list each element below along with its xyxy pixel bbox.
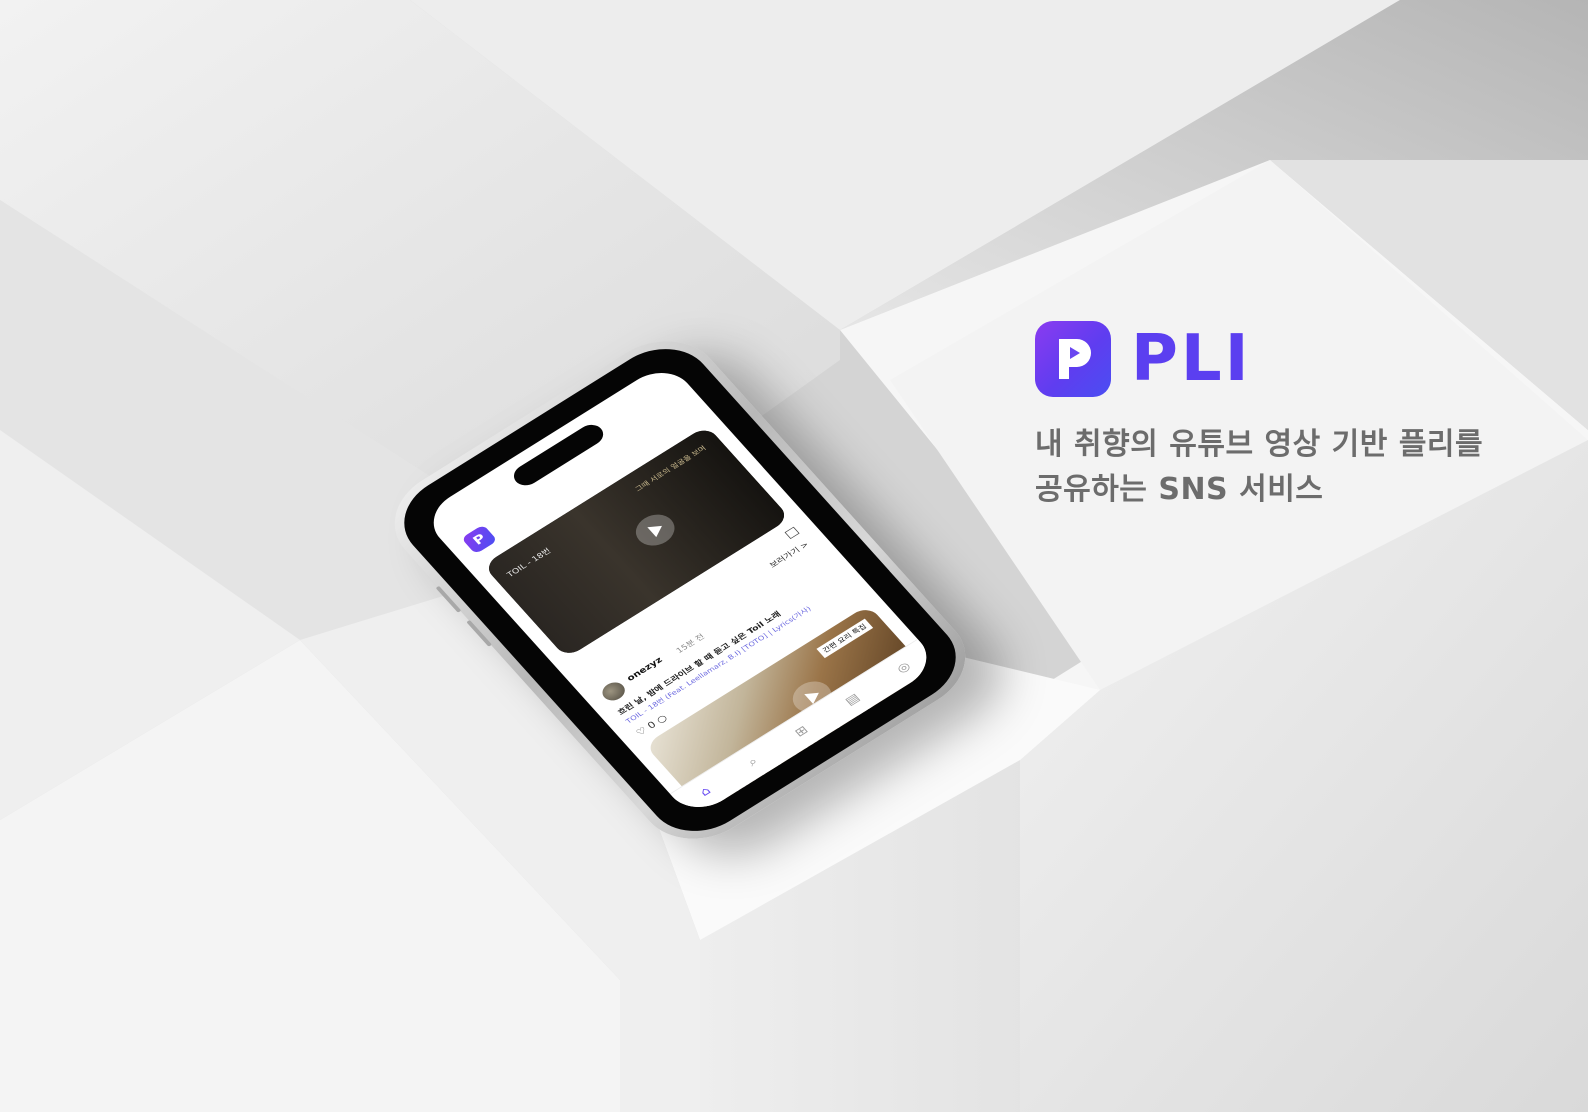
bookmark-icon[interactable]: □ bbox=[782, 524, 802, 541]
library-icon[interactable]: ▤ bbox=[843, 691, 863, 708]
phone-screen: P TOIL - 18번 그때 서로의 얼굴을 보며 □ 보러가기 > onez… bbox=[419, 361, 941, 819]
search-icon[interactable]: ⌕ bbox=[745, 755, 761, 769]
phone-bezel: P TOIL - 18번 그때 서로의 얼굴을 보며 □ 보러가기 > onez… bbox=[383, 331, 977, 849]
add-icon[interactable]: ⊞ bbox=[792, 723, 811, 739]
phone-body: P TOIL - 18번 그때 서로의 얼굴을 보며 □ 보러가기 > onez… bbox=[371, 321, 989, 859]
phone-mockup: P TOIL - 18번 그때 서로의 얼굴을 보며 □ 보러가기 > onez… bbox=[330, 270, 989, 859]
play-p-icon bbox=[1059, 339, 1091, 379]
avatar[interactable] bbox=[598, 678, 630, 705]
brand-block: PLI 내 취향의 유튜브 영상 기반 플리를 공유하는 SNS 서비스 bbox=[1035, 320, 1575, 512]
app-logo-small[interactable]: P bbox=[461, 524, 498, 555]
comment-icon[interactable]: ○ bbox=[654, 712, 669, 725]
video-tag: 간편 요리 특집 bbox=[816, 618, 874, 659]
logo-row: PLI bbox=[1035, 320, 1575, 398]
brand-name: PLI bbox=[1131, 322, 1252, 396]
profile-icon[interactable]: ◎ bbox=[894, 660, 913, 676]
tagline-line-2: 공유하는 SNS 서비스 bbox=[1035, 472, 1324, 507]
username[interactable]: onezyz bbox=[625, 656, 664, 683]
home-icon[interactable]: ⌂ bbox=[697, 784, 713, 799]
post-time: 15분 전 bbox=[675, 632, 707, 656]
tagline-line-1: 내 취향의 유튜브 영상 기반 플리를 bbox=[1035, 427, 1484, 462]
heart-icon[interactable]: ♡ bbox=[634, 725, 650, 738]
app-logo bbox=[1035, 321, 1111, 397]
tagline: 내 취향의 유튜브 영상 기반 플리를 공유하는 SNS 서비스 bbox=[1035, 422, 1575, 512]
